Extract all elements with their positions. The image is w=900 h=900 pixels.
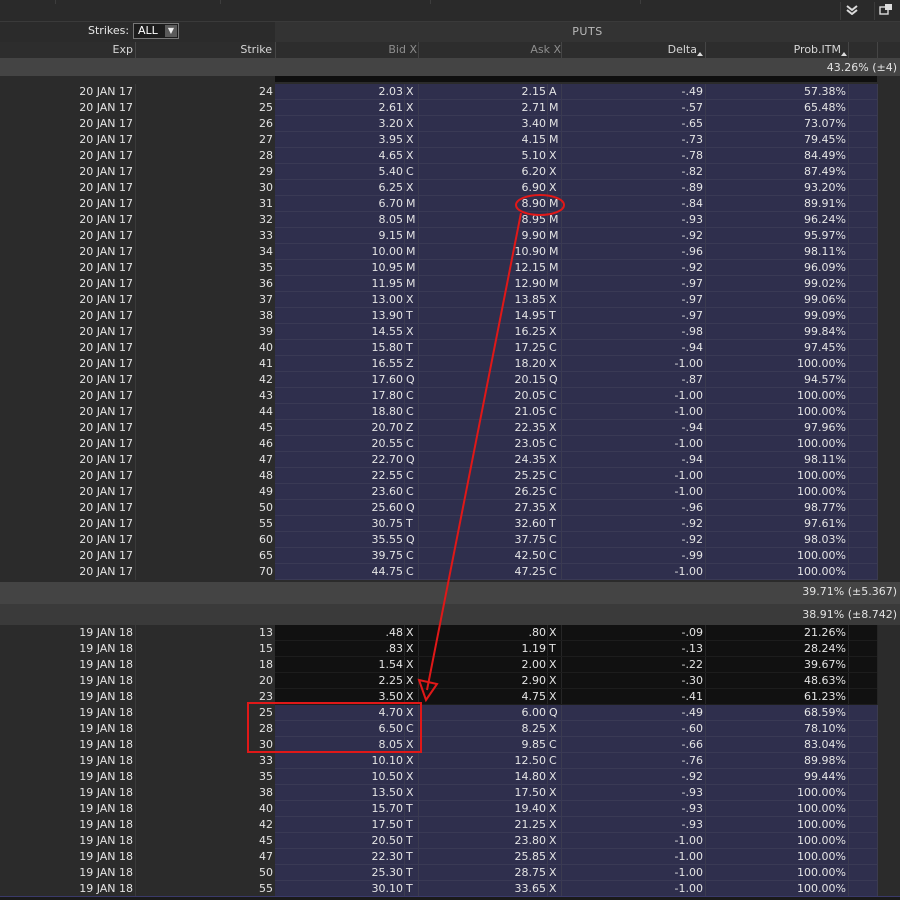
annotation-box: [247, 702, 422, 753]
annotation-overlay: [247, 194, 565, 753]
annotation-circle: [515, 194, 565, 216]
annotation-arrow-line: [426, 212, 522, 691]
